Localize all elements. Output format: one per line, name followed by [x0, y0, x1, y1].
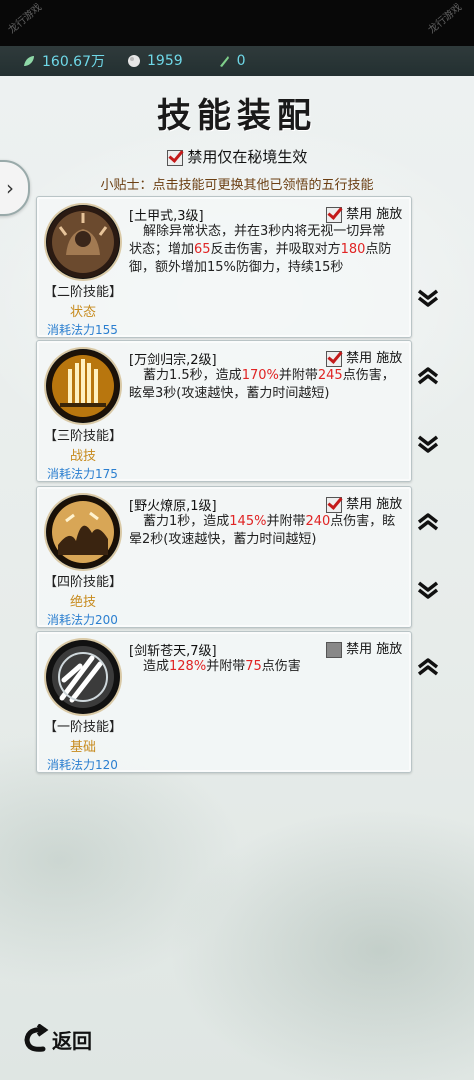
skill-options: 禁用 施放: [326, 347, 402, 367]
toggle-label: 禁用仅在秘境生效: [187, 148, 308, 166]
move-up-icon[interactable]: [416, 510, 440, 534]
skill-name: [剑斩苍天,7级]: [129, 644, 217, 659]
skill-category: 基础: [69, 740, 96, 755]
skill-cost: 消耗法力120: [47, 758, 118, 772]
disable-label: 禁用: [346, 207, 373, 222]
skill-name: [野火燎原,1级]: [129, 499, 217, 514]
green-gem-icon: [219, 56, 229, 67]
disable-checkbox[interactable]: [326, 206, 342, 223]
skill-card[interactable]: 【三阶技能】 战技 消耗法力175 [万剑归宗,2级] 禁用 施放 蓄力1.5秒…: [36, 340, 412, 482]
move-up-icon[interactable]: [416, 655, 440, 679]
skill-cost: 消耗法力200: [47, 613, 118, 627]
back-label: 返回: [52, 1028, 92, 1053]
resource-ore-value: 1959: [147, 53, 183, 69]
move-down-icon[interactable]: [416, 578, 440, 602]
skill-card[interactable]: 【二阶技能】 状态 消耗法力155 [土甲式,3级] 禁用 施放 解除异常状态，…: [36, 196, 412, 338]
earth-armor-skill-icon: [46, 205, 120, 279]
move-up-icon[interactable]: [416, 364, 440, 388]
back-button[interactable]: 返回: [22, 1024, 92, 1054]
disable-label: 禁用: [346, 351, 373, 366]
disable-label: 禁用: [346, 642, 373, 657]
skill-category: 绝技: [69, 595, 96, 610]
skill-card[interactable]: 【一阶技能】 基础 消耗法力120 [剑斩苍天,7级] 禁用 施放 造成128%…: [36, 631, 412, 773]
silver-ore-icon: [128, 55, 140, 67]
skill-options: 禁用 施放: [326, 493, 402, 513]
skill-name: [万剑归宗,2级]: [129, 353, 217, 368]
skill-tier: 【三阶技能】: [43, 429, 122, 444]
secret-realm-toggle[interactable]: 禁用仅在秘境生效: [0, 146, 474, 167]
move-down-icon[interactable]: [416, 432, 440, 456]
disable-label: 禁用: [346, 497, 373, 512]
skill-description: 解除异常状态，并在3秒内将无视一切异常状态；增加65反击伤害，并吸取对方180点…: [129, 224, 392, 275]
resource-ore: 1959: [127, 53, 183, 69]
disable-checkbox[interactable]: [326, 496, 342, 513]
cast-button[interactable]: 施放: [376, 207, 402, 222]
move-down-icon[interactable]: [416, 286, 440, 310]
cast-button[interactable]: 施放: [376, 642, 402, 657]
status-bar: 龙行游戏 龙行游戏: [0, 0, 474, 46]
skill-options: 禁用 施放: [326, 203, 402, 223]
sky-slash-skill-icon: [46, 640, 120, 714]
skill-cost: 消耗法力155: [47, 323, 118, 337]
watermark-left: 龙行游戏: [6, 1, 45, 37]
skill-description: 蓄力1.5秒，造成170%并附带245点伤害，眩晕3秒(攻速越快，蓄力时间越短): [129, 368, 395, 401]
disable-checkbox[interactable]: [326, 641, 342, 658]
wildfire-skill-icon: [46, 495, 120, 569]
skill-category: 状态: [69, 305, 96, 320]
jade-leaf-icon: [24, 56, 34, 66]
cast-button[interactable]: 施放: [376, 497, 402, 512]
resource-bar: 160.67万 1959 0: [0, 46, 474, 76]
skill-tier: 【一阶技能】: [43, 720, 122, 735]
cast-button[interactable]: 施放: [376, 351, 402, 366]
disable-checkbox[interactable]: [326, 350, 342, 367]
resource-gem-value: 0: [236, 53, 246, 69]
watermark-right: 龙行游戏: [426, 1, 465, 37]
skill-category: 战技: [69, 449, 96, 464]
resource-gem: 0: [217, 53, 246, 69]
skill-tier: 【二阶技能】: [43, 285, 122, 300]
skill-options: 禁用 施放: [326, 638, 402, 658]
resource-jade-value: 160.67万: [42, 54, 105, 70]
skill-tier: 【四阶技能】: [43, 575, 122, 590]
skill-name: [土甲式,3级]: [129, 209, 204, 224]
checkbox-icon[interactable]: [166, 149, 183, 166]
ten-thousand-swords-skill-icon: [46, 349, 120, 423]
skill-cost: 消耗法力175: [47, 467, 118, 481]
skill-description: 造成128%并附带75点伤害: [143, 659, 301, 674]
page-title: 技能装配: [157, 96, 317, 136]
skill-card[interactable]: 【四阶技能】 绝技 消耗法力200 [野火燎原,1级] 禁用 施放 蓄力1秒，造…: [36, 486, 412, 628]
resource-jade: 160.67万: [22, 51, 105, 71]
skill-description: 蓄力1秒，造成145%并附带240点伤害，眩晕2秒(攻速越快，蓄力时间越短): [129, 514, 396, 547]
back-arrow-icon: [24, 1024, 49, 1052]
tip-text: 小贴士：点击技能可更换其他已领悟的五行技能: [100, 178, 374, 193]
